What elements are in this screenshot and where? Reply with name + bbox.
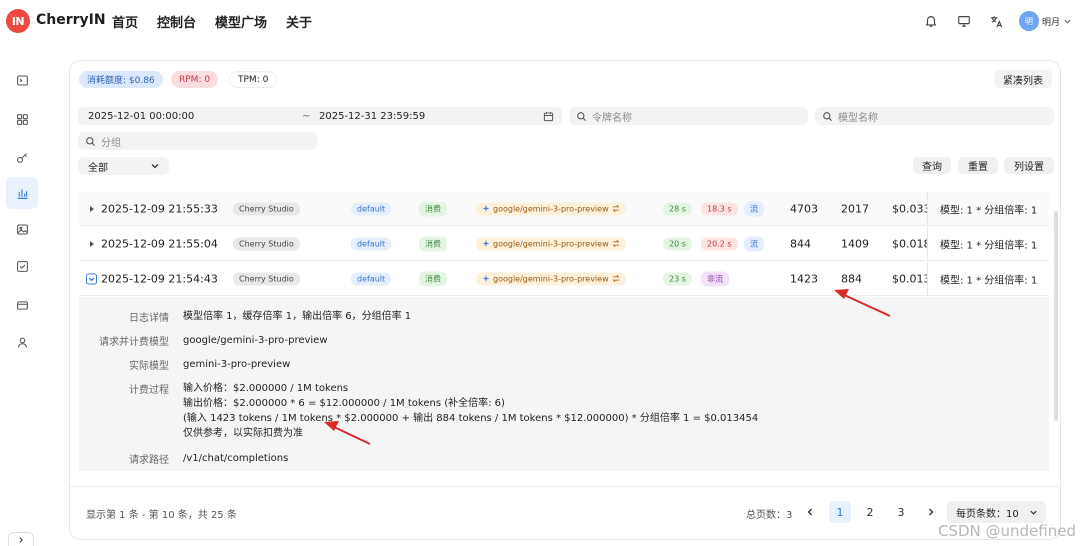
arrow-calculation	[324, 421, 371, 445]
watermark: CSDN @undefined	[937, 522, 1076, 540]
arrow-output-tokens	[834, 289, 891, 317]
annotation-arrows	[324, 289, 891, 445]
